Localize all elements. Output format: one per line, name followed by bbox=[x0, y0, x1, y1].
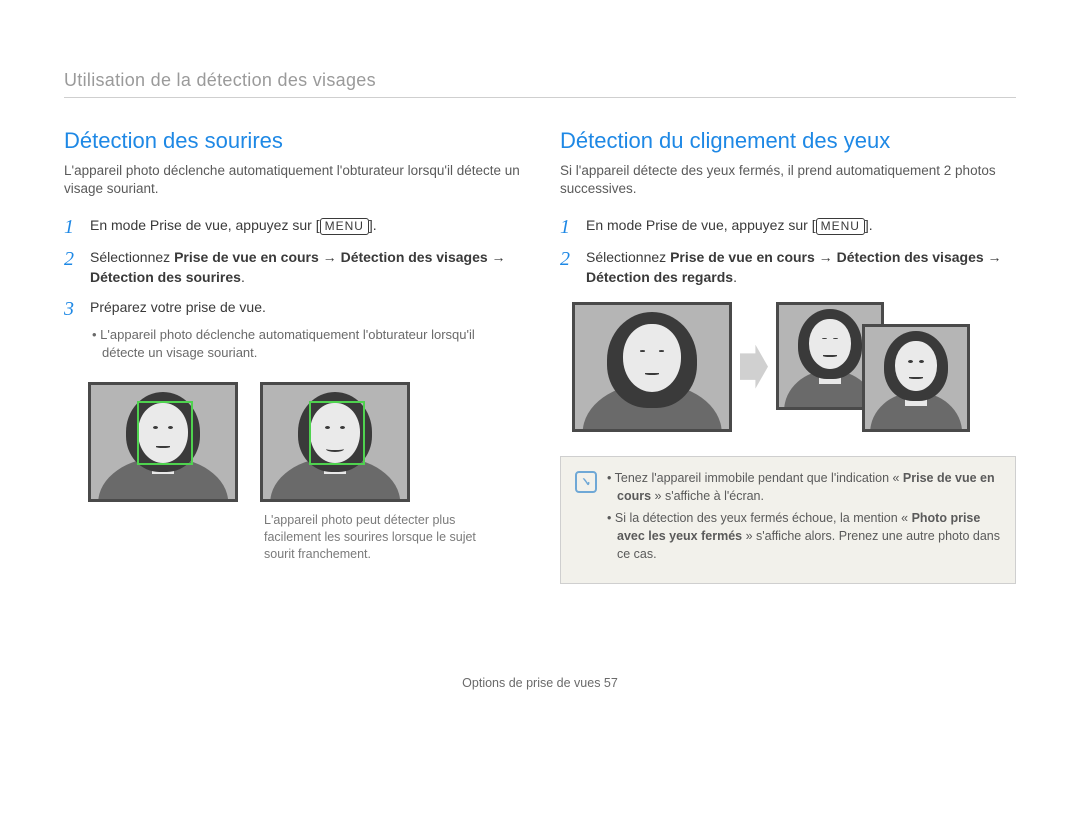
t: L'appareil photo déclenche automatiqueme… bbox=[100, 327, 475, 360]
result-photo bbox=[862, 324, 970, 432]
step-row: 1 En mode Prise de vue, appuyez sur [MEN… bbox=[560, 216, 1016, 238]
step-number: 3 bbox=[64, 298, 80, 320]
example-photo-neutral bbox=[88, 382, 238, 502]
t: En mode Prise de vue, appuyez sur bbox=[586, 217, 812, 233]
example-photo-eyes-closed bbox=[572, 302, 732, 432]
t: Prise de vue en cours bbox=[670, 249, 815, 265]
step-number: 1 bbox=[560, 216, 576, 238]
t: → bbox=[984, 249, 1002, 265]
t: . bbox=[733, 269, 737, 285]
t: Détection des sourires bbox=[90, 269, 241, 285]
t: → bbox=[488, 249, 506, 265]
t: Sélectionnez bbox=[586, 249, 670, 265]
step-text: En mode Prise de vue, appuyez sur [MENU]… bbox=[90, 216, 520, 236]
note-icon bbox=[575, 471, 597, 493]
blink-figure-row bbox=[572, 302, 1016, 432]
right-column: Détection du clignement des yeux Si l'ap… bbox=[560, 128, 1016, 584]
t: Prise de vue en cours bbox=[174, 249, 319, 265]
example-photo-smile bbox=[260, 382, 410, 502]
note-body: • Tenez l'appareil immobile pendant que … bbox=[607, 469, 1001, 568]
t: Détection des regards bbox=[586, 269, 733, 285]
figure-caption: L'appareil photo peut détecter plus faci… bbox=[264, 512, 494, 563]
section-title-blink: Détection du clignement des yeux bbox=[560, 128, 1016, 154]
page-header: Utilisation de la détection des visages bbox=[64, 70, 1016, 98]
page-footer: Options de prise de vues 57 bbox=[64, 676, 1016, 690]
step-row: 3 Préparez votre prise de vue. bbox=[64, 298, 520, 320]
face-detection-frame bbox=[309, 401, 365, 465]
t: → bbox=[319, 249, 341, 265]
page-number: 57 bbox=[604, 676, 618, 690]
t: Détection des visages bbox=[837, 249, 984, 265]
step-number: 1 bbox=[64, 216, 80, 238]
info-note-box: • Tenez l'appareil immobile pendant que … bbox=[560, 456, 1016, 585]
step-number: 2 bbox=[64, 248, 80, 270]
note-item: • Tenez l'appareil immobile pendant que … bbox=[607, 469, 1001, 505]
section-intro: L'appareil photo déclenche automatiqueme… bbox=[64, 162, 520, 198]
t: Tenez l'appareil immobile pendant que l'… bbox=[615, 471, 903, 485]
step-text: Sélectionnez Prise de vue en cours → Dét… bbox=[90, 248, 520, 287]
step-row: 1 En mode Prise de vue, appuyez sur [MEN… bbox=[64, 216, 520, 238]
step-row: 2 Sélectionnez Prise de vue en cours → D… bbox=[64, 248, 520, 287]
step-number: 2 bbox=[560, 248, 576, 270]
t: → bbox=[815, 249, 837, 265]
t: » s'affiche à l'écran. bbox=[651, 489, 764, 503]
result-photo-pair bbox=[776, 302, 976, 432]
smile-figures bbox=[88, 382, 520, 502]
step-row: 2 Sélectionnez Prise de vue en cours → D… bbox=[560, 248, 1016, 287]
step-text-span: En mode Prise de vue, appuyez sur bbox=[90, 217, 316, 233]
step-text: En mode Prise de vue, appuyez sur [MENU]… bbox=[586, 216, 1016, 236]
arrow-right-icon bbox=[740, 345, 768, 389]
step-subtext: • L'appareil photo déclenche automatique… bbox=[92, 326, 520, 362]
step-text: Préparez votre prise de vue. bbox=[90, 298, 520, 318]
menu-button-label: MENU bbox=[816, 218, 865, 235]
manual-page: Utilisation de la détection des visages … bbox=[0, 0, 1080, 710]
two-column-layout: Détection des sourires L'appareil photo … bbox=[64, 128, 1016, 584]
t: Sélectionnez bbox=[90, 249, 174, 265]
t: . bbox=[241, 269, 245, 285]
section-intro: Si l'appareil détecte des yeux fermés, i… bbox=[560, 162, 1016, 198]
menu-button-label: MENU bbox=[320, 218, 369, 235]
step-text: Sélectionnez Prise de vue en cours → Dét… bbox=[586, 248, 1016, 287]
note-item: • Si la détection des yeux fermés échoue… bbox=[607, 509, 1001, 563]
section-title-smile: Détection des sourires bbox=[64, 128, 520, 154]
left-column: Détection des sourires L'appareil photo … bbox=[64, 128, 520, 584]
face-detection-frame bbox=[137, 401, 193, 465]
footer-label: Options de prise de vues bbox=[462, 676, 604, 690]
t: Détection des visages bbox=[341, 249, 488, 265]
t: Si la détection des yeux fermés échoue, … bbox=[615, 511, 912, 525]
